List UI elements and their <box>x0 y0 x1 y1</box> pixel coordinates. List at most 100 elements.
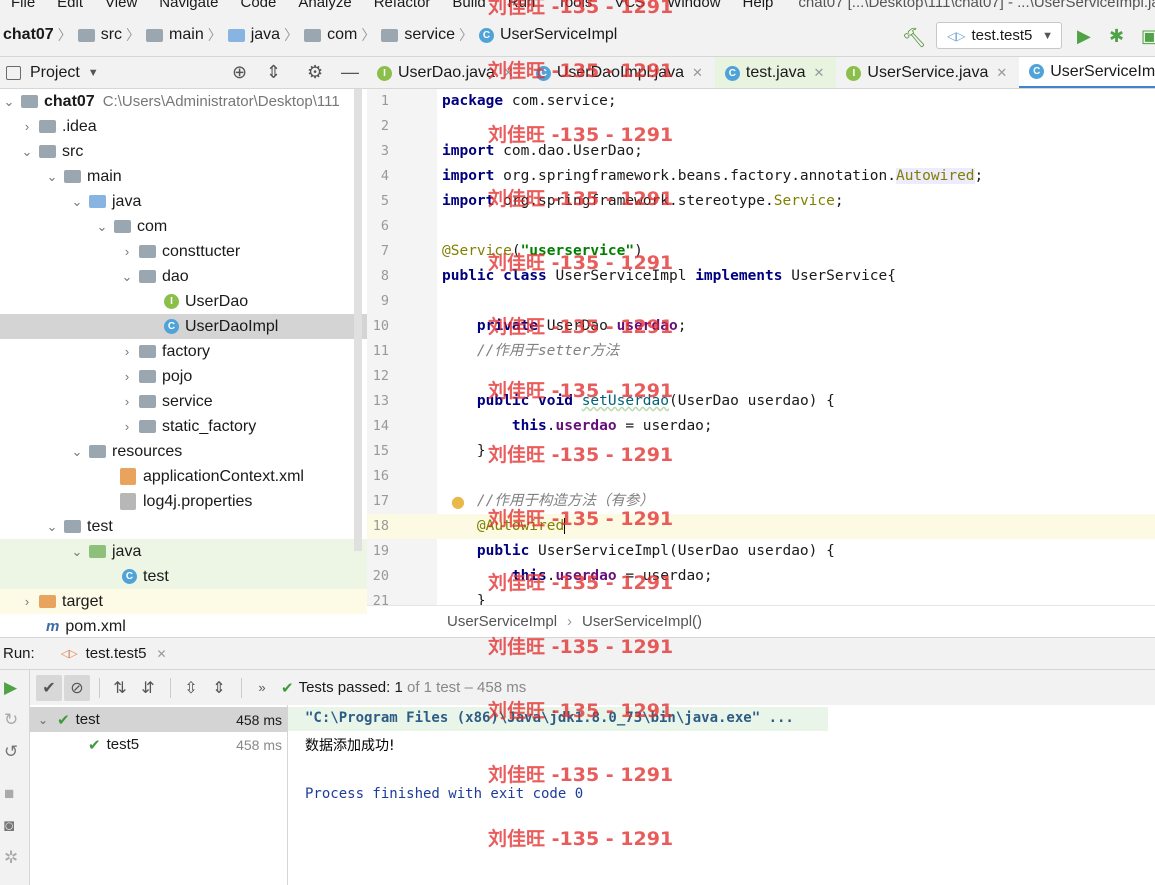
breadcrumb-class[interactable]: UserServiceImpl <box>500 26 617 44</box>
toggle-auto-test-icon[interactable]: ↺ <box>4 742 18 762</box>
chevron-down-icon[interactable]: ⌄ <box>68 194 86 210</box>
sort-alpha-icon[interactable]: ⇅ <box>107 675 133 701</box>
code-editor[interactable]: 1 package com.service; 2 3 import com.dao.… <box>367 89 1155 605</box>
menu-view[interactable]: View <box>94 0 148 11</box>
chevron-down-icon[interactable]: ⌄ <box>0 94 18 110</box>
breadcrumb-main[interactable]: main <box>169 26 204 44</box>
tree-item-factory[interactable]: › factory <box>0 339 367 364</box>
chevron-down-icon[interactable]: ⌄ <box>43 519 61 535</box>
tree-item-com[interactable]: ⌄ com <box>0 214 367 239</box>
tree-item-pojo[interactable]: › pojo <box>0 364 367 389</box>
breadcrumb-com[interactable]: com <box>327 26 357 44</box>
tree-item-static-factory[interactable]: › static_factory <box>0 414 367 439</box>
sort-duration-icon[interactable]: ⇵ <box>135 675 161 701</box>
tree-item-idea[interactable]: › .idea <box>0 114 367 139</box>
chevron-right-icon[interactable]: › <box>118 419 136 434</box>
menu-run[interactable]: Run <box>497 0 547 11</box>
code-line[interactable]: 16 <box>367 464 1155 489</box>
code-line-current[interactable]: 18 @Autowired <box>367 514 1155 539</box>
tree-item-applicationcontext[interactable]: applicationContext.xml <box>0 464 367 489</box>
code-line[interactable]: 9 <box>367 289 1155 314</box>
tree-item-resources[interactable]: ⌄ resources <box>0 439 367 464</box>
more-icon[interactable]: » <box>249 675 275 701</box>
run-tab-test5[interactable]: ◁▷ test.test5 ✕ <box>61 645 167 662</box>
breadcrumb-service[interactable]: service <box>404 26 455 44</box>
tab-userdaoimpl[interactable]: C UserDaoImpl.java ✕ <box>526 57 715 88</box>
tree-item-consttucter[interactable]: › consttucter <box>0 239 367 264</box>
breadcrumb-project[interactable]: chat07 <box>3 26 54 44</box>
run-icon[interactable]: ▶ <box>1077 26 1091 47</box>
collapse-all-icon[interactable]: ⇕ <box>206 675 232 701</box>
breadcrumb-src[interactable]: src <box>101 26 122 44</box>
menu-analyze[interactable]: Analyze <box>287 0 362 11</box>
menu-window[interactable]: Window <box>656 0 731 11</box>
gear-icon[interactable]: ⚙ <box>307 62 323 83</box>
chevron-down-icon[interactable]: ⌄ <box>118 269 136 285</box>
breadcrumb-method[interactable]: UserServiceImpl() <box>582 613 702 630</box>
locate-crosshair-icon[interactable]: ⊕ <box>232 62 247 83</box>
tree-item-dao[interactable]: ⌄ dao <box>0 264 367 289</box>
test-case-row[interactable]: ✔ test5 458 ms <box>30 732 288 757</box>
debug-bug-icon[interactable]: ✱ <box>1109 26 1124 47</box>
code-line[interactable]: 21 } <box>367 589 1155 605</box>
rerun-icon[interactable]: ▶ <box>4 678 17 698</box>
code-line[interactable]: 7 @Service("userservice") <box>367 239 1155 264</box>
tab-userservice[interactable]: I UserService.java ✕ <box>836 57 1019 88</box>
chevron-right-icon[interactable]: › <box>18 594 36 609</box>
tree-item-chat07[interactable]: ⌄ chat07 C:\Users\Administrator\Desktop\… <box>0 89 367 114</box>
menu-navigate[interactable]: Navigate <box>148 0 229 11</box>
chevron-right-icon[interactable]: › <box>118 369 136 384</box>
chevron-down-icon[interactable]: ⌄ <box>68 544 86 560</box>
chevron-down-icon[interactable]: ⌄ <box>43 169 61 185</box>
code-line[interactable]: 20 this.userdao = userdao; <box>367 564 1155 589</box>
hammer-build-icon[interactable]: 🔨︎ <box>902 26 926 50</box>
tab-test[interactable]: Ctest.java ✕ <box>714 57 837 88</box>
menu-build[interactable]: Build <box>441 0 496 11</box>
code-line[interactable]: 17 ● //作用于构造方法（有参） <box>367 489 1155 514</box>
chevron-down-icon[interactable]: ▼ <box>88 67 99 79</box>
code-line[interactable]: 8 public class UserServiceImpl implements… <box>367 264 1155 289</box>
show-passed-icon[interactable]: ✔ <box>36 674 62 701</box>
chevron-down-icon[interactable]: ⌄ <box>68 444 86 460</box>
close-icon[interactable]: ✕ <box>503 65 514 81</box>
expand-all-icon[interactable]: ⇳ <box>178 675 204 701</box>
code-line[interactable]: 12 <box>367 364 1155 389</box>
tree-item-userdao[interactable]: I UserDao <box>0 289 367 314</box>
code-line[interactable]: 6 <box>367 214 1155 239</box>
code-line[interactable]: 19 public UserServiceImpl(UserDao userda… <box>367 539 1155 564</box>
stop-icon[interactable]: ■ <box>4 784 14 804</box>
code-line[interactable]: 11 //作用于setter方法 <box>367 339 1155 364</box>
code-line[interactable]: 3 import com.dao.UserDao; <box>367 139 1155 164</box>
tree-item-target[interactable]: › target <box>0 589 367 614</box>
menu-help[interactable]: Help <box>732 0 785 11</box>
tree-item-main[interactable]: ⌄ main <box>0 164 367 189</box>
chevron-right-icon[interactable]: › <box>18 119 36 134</box>
tab-userserviceimpl[interactable]: C UserServiceImpl <box>1019 57 1155 88</box>
camera-icon[interactable]: ◙ <box>4 816 14 836</box>
run-console[interactable]: "C:\Program Files (x86)\Java\jdk1.8.0_73… <box>288 705 1155 885</box>
menu-tools[interactable]: Tools <box>546 0 603 11</box>
code-line[interactable]: 10 private UserDao userdao; <box>367 314 1155 339</box>
close-icon[interactable]: ✕ <box>156 647 166 661</box>
tree-item-test-class[interactable]: Ctest <box>0 564 367 589</box>
close-icon[interactable]: ✕ <box>814 65 825 81</box>
chevron-right-icon[interactable]: › <box>118 394 136 409</box>
menu-vcs[interactable]: VCS <box>603 0 656 11</box>
code-line[interactable]: 1 package com.service; <box>367 89 1155 114</box>
tree-item-java[interactable]: ⌄ java <box>0 189 367 214</box>
tree-item-test[interactable]: ⌄ test <box>0 514 367 539</box>
menu-code[interactable]: Code <box>229 0 287 11</box>
tree-item-src[interactable]: ⌄ src <box>0 139 367 164</box>
menu-refactor[interactable]: Refactor <box>363 0 442 11</box>
tree-scrollbar[interactable] <box>354 89 362 551</box>
menu-file[interactable]: File <box>0 0 46 11</box>
tree-item-service[interactable]: › service <box>0 389 367 414</box>
code-line[interactable]: 4 import org.springframework.beans.factor… <box>367 164 1155 189</box>
chevron-down-icon[interactable]: ⌄ <box>93 219 111 235</box>
tree-item-pom[interactable]: m pom.xml <box>0 614 367 637</box>
pin-icon[interactable]: ✲ <box>4 848 18 868</box>
close-icon[interactable]: ✕ <box>692 65 703 81</box>
close-icon[interactable]: ✕ <box>996 65 1007 81</box>
code-line[interactable]: 5 import org.springframework.stereotype.S… <box>367 189 1155 214</box>
test-suite-row[interactable]: ⌄ ✔ test 458 ms <box>30 707 288 732</box>
